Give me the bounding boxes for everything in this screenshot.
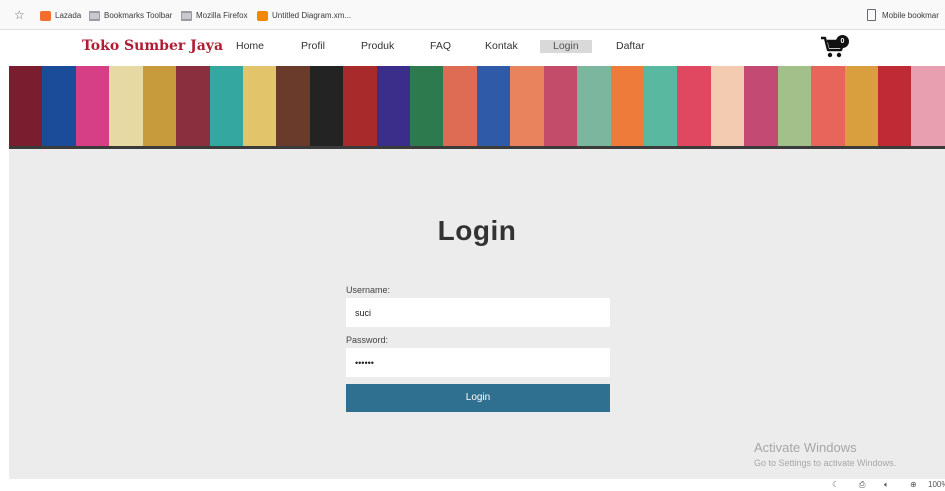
- nav-daftar[interactable]: Daftar: [616, 40, 645, 53]
- watermark-subtitle: Go to Settings to activate Windows.: [754, 458, 897, 468]
- bookmark-label: Bookmarks Toolbar: [104, 11, 173, 20]
- nav-home[interactable]: Home: [236, 40, 264, 53]
- zoom-level: 100%: [928, 480, 945, 489]
- speaker-icon[interactable]: 🔈︎: [884, 479, 889, 491]
- lazada-icon: [40, 10, 51, 21]
- nav-kontak[interactable]: Kontak: [485, 40, 518, 53]
- activate-windows-watermark: Activate Windows Go to Settings to activ…: [754, 440, 896, 468]
- folder-icon: [181, 10, 192, 21]
- watermark-title: Activate Windows: [754, 440, 857, 455]
- login-section: Login Username: Password: Login: [9, 149, 945, 479]
- nav-login[interactable]: Login: [540, 40, 592, 53]
- mobile-bookmarks[interactable]: Mobile bookmar: [867, 9, 939, 21]
- bookmark-lazada[interactable]: Lazada: [40, 9, 81, 22]
- page-title: Login: [437, 215, 517, 246]
- site-navbar: Toko Sumber Jaya Home Profil Produk FAQ …: [0, 30, 945, 66]
- shopping-cart-button[interactable]: 0: [820, 35, 854, 61]
- bookmark-untitled-diagram[interactable]: Untitled Diagram.xm...: [257, 9, 351, 22]
- bookmark-label: Lazada: [55, 11, 82, 20]
- cart-count-badge: 0: [836, 35, 849, 48]
- bookmark-label: Mozilla Firefox: [196, 11, 248, 20]
- moon-icon[interactable]: ☾: [832, 479, 839, 491]
- nav-faq[interactable]: FAQ: [430, 40, 451, 53]
- fabric-banner-image: [9, 66, 945, 148]
- password-field[interactable]: [346, 348, 610, 377]
- bookmark-mozilla-firefox[interactable]: Mozilla Firefox: [181, 9, 248, 22]
- bookmarks-toolbar: ☆ Lazada Bookmarks Toolbar Mozilla Firef…: [0, 0, 945, 30]
- mobile-icon: [867, 9, 876, 21]
- username-label: Username:: [346, 285, 391, 295]
- folder-icon: [89, 10, 100, 21]
- bookmark-label: Untitled Diagram.xm...: [272, 11, 352, 20]
- bookmark-bookmarks-toolbar[interactable]: Bookmarks Toolbar: [89, 9, 172, 22]
- print-icon[interactable]: ⎙: [859, 479, 865, 491]
- nav-profil[interactable]: Profil: [301, 40, 325, 53]
- brand-logo[interactable]: Toko Sumber Jaya: [82, 38, 223, 54]
- login-button[interactable]: Login: [346, 384, 610, 412]
- star-icon[interactable]: ☆: [14, 8, 28, 22]
- zoom-icon[interactable]: ⊕: [910, 479, 917, 491]
- diagram-icon: [257, 10, 268, 21]
- nav-produk[interactable]: Produk: [361, 40, 394, 53]
- password-label: Password:: [346, 335, 389, 345]
- mobile-bookmarks-label: Mobile bookmar: [882, 10, 939, 20]
- status-bar: ☾ ⎙ 🔈︎ ⊕ 100%: [0, 479, 945, 491]
- username-field[interactable]: [346, 298, 610, 327]
